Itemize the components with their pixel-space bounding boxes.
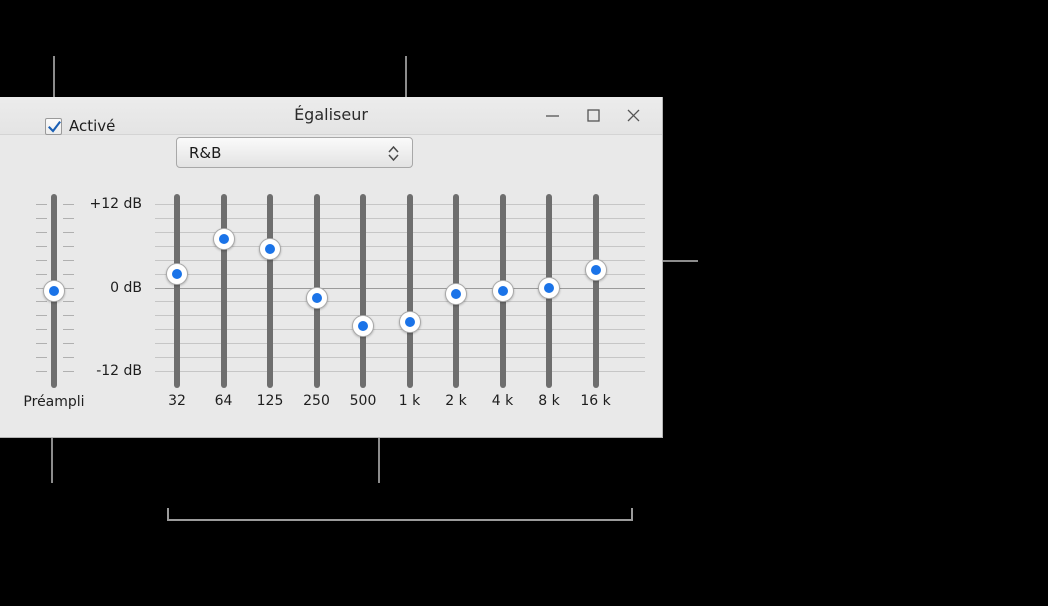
band-slider-knob[interactable] [538, 276, 560, 299]
band-slider-64[interactable] [212, 194, 235, 388]
band-slider-2k[interactable] [445, 194, 467, 388]
gridline [155, 217, 645, 219]
gridline [155, 357, 645, 359]
maximize-button[interactable] [575, 97, 611, 134]
preamp-tick [36, 231, 47, 233]
band-slider-knob[interactable] [166, 262, 188, 285]
band-slider-4k[interactable] [491, 194, 514, 388]
enabled-label: Activé [69, 117, 116, 135]
gridline [155, 204, 645, 205]
band-slider-knob[interactable] [352, 314, 374, 337]
band-slider-track[interactable] [174, 194, 180, 388]
preset-selected-value: R&B [189, 144, 222, 162]
preamp-tick [63, 301, 74, 303]
preamp-tick [36, 204, 47, 205]
preamp-slider[interactable] [43, 194, 65, 388]
band-slider-knob[interactable] [584, 259, 607, 282]
gridline [155, 231, 645, 233]
gridline [155, 273, 645, 275]
callout-line-preamp-bottom [51, 437, 53, 483]
band-label: 500 [349, 393, 377, 409]
band-slider-track[interactable] [313, 194, 320, 388]
preamp-tick [63, 329, 74, 331]
band-label: 250 [303, 393, 330, 409]
scale-label-top: +12 dB [89, 196, 143, 212]
gridline [155, 245, 645, 247]
band-slider-16k[interactable] [584, 194, 607, 388]
band-label: 8 k [538, 393, 560, 409]
band-label: 16 k [580, 393, 611, 409]
preamp-tick [63, 231, 74, 233]
gridline [155, 315, 645, 317]
preamp-label: Préampli [23, 394, 85, 410]
band-slider-knob[interactable] [259, 238, 281, 261]
band-label: 4 k [491, 393, 514, 409]
band-slider-1k[interactable] [398, 194, 421, 388]
band-slider-track[interactable] [220, 194, 227, 388]
band-slider-32[interactable] [166, 194, 188, 388]
band-slider-8k[interactable] [538, 194, 560, 388]
gridline [155, 329, 645, 331]
band-slider-knob[interactable] [212, 227, 235, 250]
preamp-tick [63, 245, 74, 247]
equalizer-window: Égaliseur Activé R&B +12 dB 0 dB -12 dB … [0, 97, 663, 521]
band-slider-track[interactable] [360, 194, 366, 388]
band-slider-knob[interactable] [398, 311, 421, 334]
preamp-tick [36, 273, 47, 275]
preamp-tick [63, 259, 74, 261]
close-button[interactable] [615, 97, 651, 134]
preset-select[interactable]: R&B [176, 137, 413, 168]
minimize-button[interactable] [534, 97, 570, 134]
band-slider-knob[interactable] [305, 286, 328, 309]
preamp-tick [63, 204, 74, 205]
checkmark-icon [48, 120, 61, 133]
band-slider-track[interactable] [499, 194, 506, 388]
preamp-tick [63, 287, 74, 289]
gridline [155, 371, 645, 372]
band-bracket [167, 508, 633, 521]
preamp-tick [36, 217, 47, 219]
preamp-tick [63, 371, 74, 372]
band-slider-track[interactable] [406, 194, 413, 388]
chevron-updown-icon [387, 145, 400, 166]
scale-label-bottom: -12 dB [96, 363, 142, 379]
preamp-tick [36, 315, 47, 317]
gridline [155, 259, 645, 261]
band-slider-track[interactable] [546, 194, 552, 388]
preamp-slider-knob[interactable] [43, 280, 65, 302]
band-label: 2 k [445, 393, 467, 409]
preamp-tick [36, 371, 47, 372]
preamp-tick [63, 217, 74, 219]
preamp-tick [36, 259, 47, 261]
band-slider-500[interactable] [352, 194, 374, 388]
band-label: 32 [168, 393, 186, 409]
scale-label-mid: 0 dB [110, 280, 142, 296]
gridline [155, 301, 645, 303]
gridline [155, 287, 645, 289]
preamp-tick [36, 343, 47, 345]
band-slider-125[interactable] [259, 194, 281, 388]
preamp-tick [63, 357, 74, 359]
band-label: 125 [256, 393, 284, 409]
preamp-tick [36, 301, 47, 303]
enabled-checkbox[interactable]: Activé [45, 117, 115, 135]
preamp-tick [36, 287, 47, 289]
band-slider-250[interactable] [305, 194, 328, 388]
band-slider-knob[interactable] [445, 283, 467, 306]
band-label: 64 [214, 393, 233, 409]
band-slider-track[interactable] [592, 194, 599, 388]
preamp-slider-track[interactable] [51, 194, 57, 388]
preamp-tick [36, 357, 47, 359]
band-label: 1 k [398, 393, 421, 409]
preamp-tick [63, 343, 74, 345]
band-slider-track[interactable] [453, 194, 459, 388]
gridline [155, 343, 645, 345]
band-slider-track[interactable] [267, 194, 273, 388]
checkbox-box[interactable] [45, 117, 62, 135]
preamp-tick [36, 245, 47, 247]
band-slider-knob[interactable] [491, 279, 514, 302]
preamp-tick [63, 273, 74, 275]
preamp-tick [36, 329, 47, 331]
preamp-tick [63, 315, 74, 317]
